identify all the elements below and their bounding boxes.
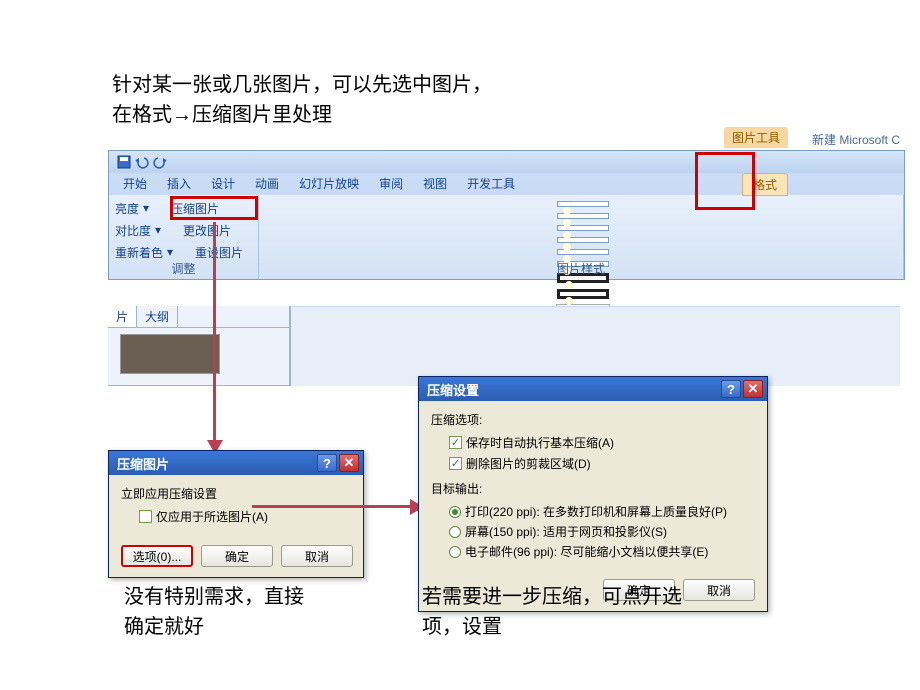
compress-settings-dialog: 压缩设置 ? ✕ 压缩选项: ✓ 保存时自动执行基本压缩(A) ✓ 删除图片的剪… (418, 376, 768, 612)
tab-developer[interactable]: 开发工具 (457, 172, 525, 195)
instruction-top-line2: 在格式→压缩图片里处理 (112, 100, 492, 130)
dialog1-titlebar: 压缩图片 ? ✕ (109, 451, 363, 475)
ribbon-body: 亮度▾ 压缩图片 对比度▾ 更改图片 重新着色▾ 重设图片 调整 (109, 195, 904, 279)
instruction-top: 针对某一张或几张图片，可以先选中图片， 在格式→压缩图片里处理 (112, 70, 492, 130)
checkbox-delete-crop[interactable]: ✓ 删除图片的剪裁区域(D) (449, 455, 755, 472)
radio-email[interactable]: 电子邮件(96 ppi): 尽可能缩小文档以便共享(E) (449, 543, 755, 560)
dialog2-titlebar: 压缩设置 ? ✕ (419, 377, 767, 401)
style-thumb-8[interactable] (557, 289, 609, 299)
options-button[interactable]: 选项(0)... (121, 545, 193, 567)
quick-access-toolbar: 图片工具 新建 Microsoft C (109, 151, 904, 173)
ribbon-tabs: 开始 插入 设计 动画 幻灯片放映 审阅 视图 开发工具 格式 (109, 173, 904, 195)
group-adjust-label: 调整 (109, 260, 258, 277)
compress-icon (153, 201, 167, 215)
dialog2-close-button[interactable]: ✕ (743, 380, 763, 398)
radio-screen[interactable]: 屏幕(150 ppi): 适用于网页和投影仪(S) (449, 523, 755, 540)
ribbon: 图片工具 新建 Microsoft C 开始 插入 设计 动画 幻灯片放映 审阅… (108, 150, 905, 280)
radio-print-label: 打印(220 ppi): 在多数打印机和屏幕上质量良好(P) (465, 503, 727, 520)
app-title: 新建 Microsoft C (812, 131, 900, 148)
dialog1-checkbox-label: 仅应用于所选图片(A) (156, 508, 268, 525)
pane-tabs: 片 大纲 (108, 306, 289, 328)
workspace-area (290, 306, 900, 386)
redo-icon[interactable] (153, 155, 167, 169)
save-icon[interactable] (117, 155, 131, 169)
slides-pane: 片 大纲 (108, 306, 290, 386)
checkbox-icon (139, 510, 152, 523)
dialog2-cancel-button[interactable]: 取消 (683, 579, 755, 601)
checkbox-auto-label: 保存时自动执行基本压缩(A) (466, 434, 614, 451)
instruction-bottom-left: 没有特别需求，直接 确定就好 (124, 582, 304, 642)
dialog1-close-button[interactable]: ✕ (339, 454, 359, 472)
reset-picture-icon (177, 245, 191, 259)
group-styles-label: 图片样式 (259, 260, 903, 277)
dialog1-buttons: 选项(0)... 确定 取消 (109, 539, 363, 577)
tab-view[interactable]: 视图 (413, 172, 457, 195)
dialog1-title: 压缩图片 (113, 454, 315, 473)
checkbox-checked-icon: ✓ (449, 436, 462, 449)
change-picture-icon (165, 223, 179, 237)
tab-design[interactable]: 设计 (201, 172, 245, 195)
dialog2-title: 压缩设置 (423, 380, 719, 399)
context-tab-group: 图片工具 (724, 127, 788, 148)
checkbox-checked-icon: ✓ (449, 457, 462, 470)
section-target-label: 目标输出: (431, 480, 755, 497)
dialog2-help-button[interactable]: ? (721, 380, 741, 398)
dialog1-ok-button[interactable]: 确定 (201, 545, 273, 567)
instruction-top-line1: 针对某一张或几张图片，可以先选中图片， (112, 70, 492, 100)
checkbox-crop-label: 删除图片的剪裁区域(D) (466, 455, 591, 472)
tab-insert[interactable]: 插入 (157, 172, 201, 195)
change-picture-button[interactable]: 更改图片 (183, 222, 231, 239)
reset-picture-button[interactable]: 重设图片 (195, 244, 243, 261)
dialog1-heading: 立即应用压缩设置 (121, 485, 351, 502)
dialog1-help-button[interactable]: ? (317, 454, 337, 472)
tab-animation[interactable]: 动画 (245, 172, 289, 195)
radio-email-label: 电子邮件(96 ppi): 尽可能缩小文档以便共享(E) (465, 543, 708, 560)
group-picture-styles: 图片样式 (259, 195, 904, 279)
tab-slideshow[interactable]: 幻灯片放映 (289, 172, 369, 195)
tab-format[interactable]: 格式 (742, 173, 788, 196)
section-compress-label: 压缩选项: (431, 411, 755, 428)
brightness-control[interactable]: 亮度▾ 压缩图片 (115, 197, 252, 219)
instruction-bottom-right: 若需要进一步压缩，可点开选 项，设置 (422, 582, 682, 642)
style-thumb-1[interactable] (557, 201, 609, 207)
radio-selected-icon (449, 506, 461, 518)
dialog1-cancel-button[interactable]: 取消 (281, 545, 353, 567)
contrast-control[interactable]: 对比度▾ 更改图片 (115, 219, 252, 241)
dialog1-checkbox-row[interactable]: 仅应用于所选图片(A) (139, 508, 351, 525)
radio-icon (449, 526, 461, 538)
pane-tab-outline[interactable]: 大纲 (137, 306, 178, 327)
slide-thumbnail[interactable] (120, 334, 220, 374)
compress-pictures-button[interactable]: 压缩图片 (171, 200, 219, 217)
checkbox-auto-compress[interactable]: ✓ 保存时自动执行基本压缩(A) (449, 434, 755, 451)
radio-print[interactable]: 打印(220 ppi): 在多数打印机和屏幕上质量良好(P) (449, 503, 755, 520)
compress-pictures-dialog: 压缩图片 ? ✕ 立即应用压缩设置 仅应用于所选图片(A) 选项(0)... 确… (108, 450, 364, 578)
undo-icon[interactable] (135, 155, 149, 169)
pane-tab-slides[interactable]: 片 (108, 306, 137, 327)
radio-screen-label: 屏幕(150 ppi): 适用于网页和投影仪(S) (465, 523, 667, 540)
tab-review[interactable]: 审阅 (369, 172, 413, 195)
group-adjust: 亮度▾ 压缩图片 对比度▾ 更改图片 重新着色▾ 重设图片 调整 (109, 195, 259, 279)
radio-icon (449, 546, 461, 558)
dialog2-body: 压缩选项: ✓ 保存时自动执行基本压缩(A) ✓ 删除图片的剪裁区域(D) 目标… (419, 401, 767, 573)
tab-home[interactable]: 开始 (113, 172, 157, 195)
